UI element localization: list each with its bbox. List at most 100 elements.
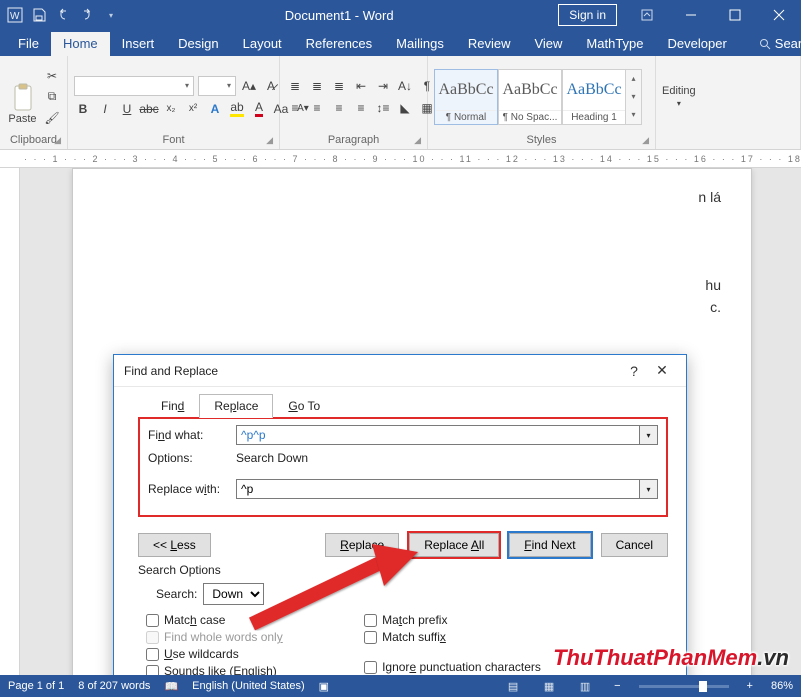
- dialog-close-button[interactable]: ✕: [648, 362, 676, 379]
- font-color-icon[interactable]: A: [250, 100, 268, 118]
- numbering-icon[interactable]: ≣: [308, 77, 326, 95]
- window-title: Document1 - Word: [120, 8, 558, 23]
- dialog-tab-find[interactable]: Find: [146, 394, 199, 418]
- font-family-combo[interactable]: ▾: [74, 76, 194, 96]
- zoom-value[interactable]: 86%: [771, 680, 793, 692]
- chk-ignore-punct[interactable]: [364, 661, 377, 674]
- shading-icon[interactable]: ◣: [396, 99, 414, 117]
- tab-references[interactable]: References: [294, 32, 384, 56]
- replace-button[interactable]: Replace: [325, 533, 399, 557]
- tab-home[interactable]: Home: [51, 32, 110, 56]
- replace-with-dropdown[interactable]: ▾: [640, 479, 658, 499]
- undo-icon[interactable]: [54, 6, 72, 24]
- styles-down-icon[interactable]: ▾: [626, 88, 641, 106]
- grow-font-icon[interactable]: A▴: [240, 77, 258, 95]
- minimize-button[interactable]: [669, 0, 713, 30]
- chk-wildcards[interactable]: [146, 648, 159, 661]
- replace-all-button[interactable]: Replace All: [409, 533, 499, 557]
- font-dialog-launcher[interactable]: ◢: [266, 135, 273, 146]
- bullets-icon[interactable]: ≣: [286, 77, 304, 95]
- decrease-indent-icon[interactable]: ⇤: [352, 77, 370, 95]
- multilevel-icon[interactable]: ≣: [330, 77, 348, 95]
- chk-sounds-like[interactable]: [146, 665, 159, 676]
- text-effects-icon[interactable]: A: [206, 100, 224, 118]
- copy-icon[interactable]: ⧉: [43, 88, 61, 106]
- underline-button[interactable]: U: [118, 100, 136, 118]
- tab-mailings[interactable]: Mailings: [384, 32, 456, 56]
- tab-review[interactable]: Review: [456, 32, 523, 56]
- search-direction-select[interactable]: Down: [203, 583, 264, 605]
- chk-match-case[interactable]: [146, 614, 159, 627]
- ribbon-collapse-icon[interactable]: [625, 0, 669, 30]
- tab-insert[interactable]: Insert: [110, 32, 167, 56]
- maximize-button[interactable]: [713, 0, 757, 30]
- less-button[interactable]: << Less: [138, 533, 211, 557]
- clipboard-dialog-launcher[interactable]: ◢: [54, 135, 61, 146]
- clear-format-icon[interactable]: A̷: [262, 77, 280, 95]
- style-heading1[interactable]: AaBbCcHeading 1: [562, 69, 626, 125]
- tab-developer[interactable]: Developer: [656, 32, 739, 56]
- close-button[interactable]: [757, 0, 801, 30]
- tab-view[interactable]: View: [522, 32, 574, 56]
- group-label-paragraph: Paragraph: [328, 134, 379, 146]
- chk-prefix[interactable]: [364, 614, 377, 627]
- cancel-button[interactable]: Cancel: [601, 533, 668, 557]
- dialog-tab-replace[interactable]: Replace: [199, 394, 273, 418]
- qat-dropdown-icon[interactable]: ▾: [102, 6, 120, 24]
- format-painter-icon[interactable]: 🖌: [43, 109, 61, 127]
- status-words[interactable]: 8 of 207 words: [78, 680, 150, 692]
- cut-icon[interactable]: ✂: [43, 67, 61, 85]
- redo-icon[interactable]: [78, 6, 96, 24]
- styles-gallery[interactable]: AaBbCc¶ Normal AaBbCc¶ No Spac... AaBbCc…: [434, 69, 642, 125]
- sign-in-button[interactable]: Sign in: [558, 4, 617, 26]
- tab-mathtype[interactable]: MathType: [574, 32, 655, 56]
- tell-me-search[interactable]: Search: [747, 32, 801, 56]
- styles-up-icon[interactable]: ▴: [626, 70, 641, 88]
- styles-dialog-launcher[interactable]: ◢: [642, 135, 649, 146]
- ruler-horizontal[interactable]: · · · 1 · · · 2 · · · 3 · · · 4 · · · 5 …: [0, 150, 801, 168]
- zoom-slider[interactable]: [639, 685, 729, 688]
- paragraph-dialog-launcher[interactable]: ◢: [414, 135, 421, 146]
- editing-menu[interactable]: Editing▾: [662, 85, 696, 108]
- chk-suffix[interactable]: [364, 631, 377, 644]
- view-web-icon[interactable]: ▥: [574, 677, 596, 695]
- paste-button[interactable]: Paste: [6, 69, 39, 125]
- save-icon[interactable]: [30, 6, 48, 24]
- tab-design[interactable]: Design: [166, 32, 230, 56]
- replace-with-input[interactable]: [236, 479, 640, 499]
- align-right-icon[interactable]: ≡: [330, 99, 348, 117]
- tab-file[interactable]: File: [6, 32, 51, 56]
- styles-expand-icon[interactable]: ▾: [626, 106, 641, 124]
- find-what-dropdown[interactable]: ▾: [640, 425, 658, 445]
- sort-icon[interactable]: A↓: [396, 77, 414, 95]
- tab-layout[interactable]: Layout: [231, 32, 294, 56]
- increase-indent-icon[interactable]: ⇥: [374, 77, 392, 95]
- view-print-icon[interactable]: ▦: [538, 677, 560, 695]
- view-read-icon[interactable]: ▤: [502, 677, 524, 695]
- style-no-spacing[interactable]: AaBbCc¶ No Spac...: [498, 69, 562, 125]
- zoom-out-button[interactable]: −: [610, 680, 624, 692]
- status-page[interactable]: Page 1 of 1: [8, 680, 64, 692]
- superscript-button[interactable]: x²: [184, 100, 202, 118]
- dialog-tab-goto[interactable]: Go To: [273, 394, 335, 418]
- status-language[interactable]: English (United States): [192, 680, 305, 692]
- align-center-icon[interactable]: ≡: [308, 99, 326, 117]
- zoom-in-button[interactable]: +: [743, 680, 757, 692]
- find-next-button[interactable]: Find Next: [509, 533, 590, 557]
- bold-button[interactable]: B: [74, 100, 92, 118]
- line-spacing-icon[interactable]: ↕≡: [374, 99, 392, 117]
- font-size-combo[interactable]: ▾: [198, 76, 236, 96]
- align-left-icon[interactable]: ≡: [286, 99, 304, 117]
- strike-button[interactable]: abc: [140, 100, 158, 118]
- highlight-icon[interactable]: ab: [228, 100, 246, 118]
- subscript-button[interactable]: x₂: [162, 100, 180, 118]
- dialog-help-button[interactable]: ?: [620, 363, 648, 379]
- style-normal[interactable]: AaBbCc¶ Normal: [434, 69, 498, 125]
- status-spell-icon[interactable]: 📖: [164, 680, 178, 693]
- status-macro-icon[interactable]: ▣: [319, 680, 329, 693]
- find-what-input[interactable]: [236, 425, 640, 445]
- ruler-vertical[interactable]: [0, 168, 20, 675]
- italic-button[interactable]: I: [96, 100, 114, 118]
- chk-whole-words: [146, 631, 159, 644]
- justify-icon[interactable]: ≡: [352, 99, 370, 117]
